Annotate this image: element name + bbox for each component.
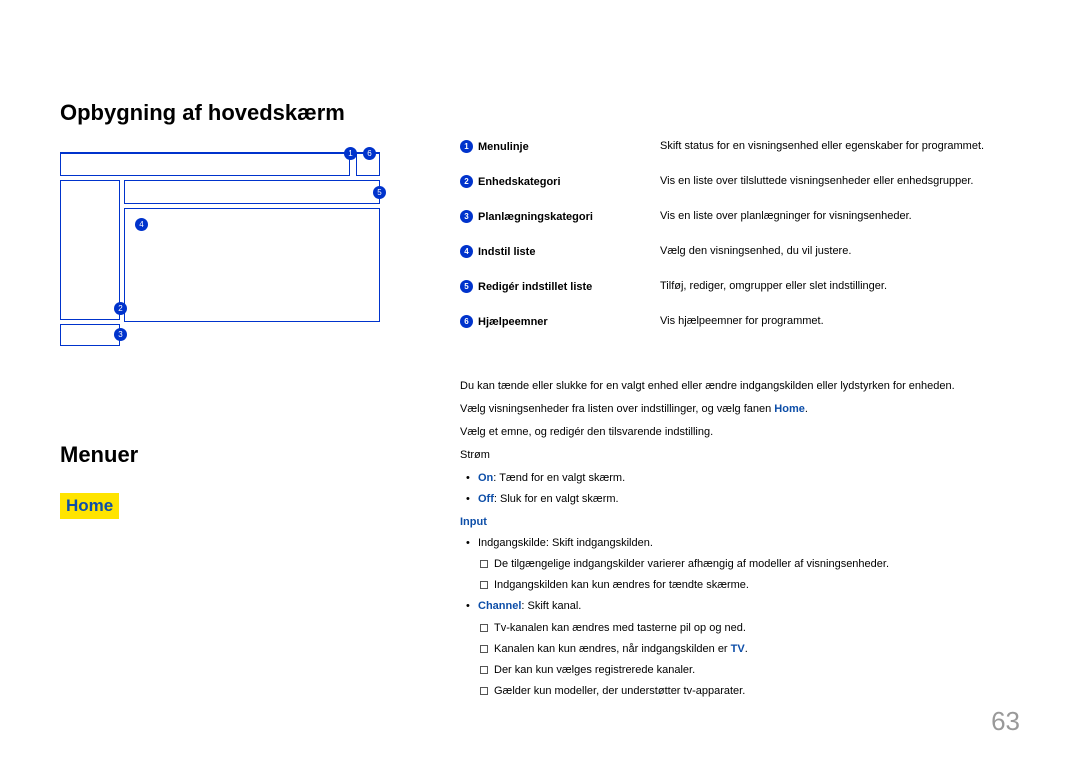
legend-row: 5 Redigér indstillet liste Tilføj, rediger…	[460, 280, 1020, 293]
list-item: On: Tænd for en valgt skærm.	[478, 470, 1020, 487]
legend-desc: Vis en liste over planlægninger for visn…	[660, 210, 1020, 222]
list-item: Channel: Skift kanal.	[478, 598, 1020, 615]
legend-label: Hjælpeemner	[478, 316, 548, 328]
legend-desc: Vis en liste over tilsluttede visningsen…	[660, 175, 1020, 187]
legend-desc: Vælg den visningsenhed, du vil justere.	[660, 245, 1020, 257]
legend-table: 1 Menulinje Skift status for en visningsen…	[460, 140, 1020, 328]
legend-num: 5	[460, 280, 473, 293]
legend-row: 6 Hjælpeemner Vis hjælpeemner for programm…	[460, 315, 1020, 328]
legend-row: 3 Planlægningskategori Vis en liste over p…	[460, 210, 1020, 223]
body-p: Vælg visningsenheder fra listen over ind…	[460, 401, 1020, 418]
diagram-badge-6: 6	[363, 147, 376, 160]
sub-list: De tilgængelige indgangskilder varierer …	[460, 556, 1020, 594]
list: Indgangskilde: Skift indgangskilden.	[460, 535, 1020, 552]
heading-menuer: Menuer	[60, 442, 390, 468]
legend-row: 1 Menulinje Skift status for en visningsen…	[460, 140, 1020, 153]
body-p: Vælg et emne, og redigér den tilsvarende…	[460, 424, 1020, 441]
body-p: Du kan tænde eller slukke for en valgt e…	[460, 378, 1020, 395]
diagram-box-5	[124, 180, 380, 204]
legend-num: 4	[460, 245, 473, 258]
list-item: Tv-kanalen kan ændres med tasterne pil o…	[494, 620, 1020, 637]
legend-num: 3	[460, 210, 473, 223]
legend-desc: Skift status for en visningsenhed eller …	[660, 140, 1020, 152]
legend-label: Planlægningskategori	[478, 211, 593, 223]
legend-num: 1	[460, 140, 473, 153]
diagram-box-2	[60, 180, 120, 320]
legend-label: Redigér indstillet liste	[478, 281, 592, 293]
list: On: Tænd for en valgt skærm. Off: Sluk f…	[460, 470, 1020, 508]
diagram-badge-5: 5	[373, 186, 386, 199]
list-item: Der kan kun vælges registrerede kanaler.	[494, 662, 1020, 679]
legend-label: Indstil liste	[478, 246, 535, 258]
legend-row: 2 Enhedskategori Vis en liste over tilslut…	[460, 175, 1020, 188]
section-header-strom: Strøm	[460, 447, 1020, 464]
legend-num: 6	[460, 315, 473, 328]
list-item: De tilgængelige indgangskilder varierer …	[494, 556, 1020, 573]
page-content: Opbygning af hovedskærm 1 6 5 4 2 3 Menu…	[0, 0, 1080, 704]
body-text: Du kan tænde eller slukke for en valgt e…	[460, 378, 1020, 700]
diagram-badge-1: 1	[344, 147, 357, 160]
list-item: Indgangskilden kan kun ændres for tændte…	[494, 577, 1020, 594]
legend-desc: Vis hjælpeemner for programmet.	[660, 315, 1020, 327]
sub-list: Tv-kanalen kan ændres med tasterne pil o…	[460, 620, 1020, 700]
left-column: Opbygning af hovedskærm 1 6 5 4 2 3 Menu…	[60, 100, 390, 704]
diagram-badge-4: 4	[135, 218, 148, 231]
legend-label: Enhedskategori	[478, 176, 561, 188]
page-number: 63	[991, 706, 1020, 737]
diagram-box-3	[60, 324, 120, 346]
section-header-input: Input	[460, 514, 1020, 531]
layout-diagram: 1 6 5 4 2 3	[60, 152, 380, 352]
home-tag: Home	[60, 493, 119, 519]
legend-label: Menulinje	[478, 141, 529, 153]
legend-desc: Tilføj, rediger, omgrupper eller slet in…	[660, 280, 1020, 292]
diagram-box-1	[60, 152, 350, 176]
heading-main: Opbygning af hovedskærm	[60, 100, 390, 126]
diagram-box-4	[124, 208, 380, 322]
list-item: Indgangskilde: Skift indgangskilden.	[478, 535, 1020, 552]
diagram-badge-3: 3	[114, 328, 127, 341]
diagram-badge-2: 2	[114, 302, 127, 315]
right-column: 1 Menulinje Skift status for en visningsen…	[460, 100, 1020, 704]
legend-row: 4 Indstil liste Vælg den visningsenhed, du…	[460, 245, 1020, 258]
list-item: Kanalen kan kun ændres, når indgangskild…	[494, 641, 1020, 658]
legend-num: 2	[460, 175, 473, 188]
list: Channel: Skift kanal.	[460, 598, 1020, 615]
list-item: Gælder kun modeller, der understøtter tv…	[494, 683, 1020, 700]
list-item: Off: Sluk for en valgt skærm.	[478, 491, 1020, 508]
